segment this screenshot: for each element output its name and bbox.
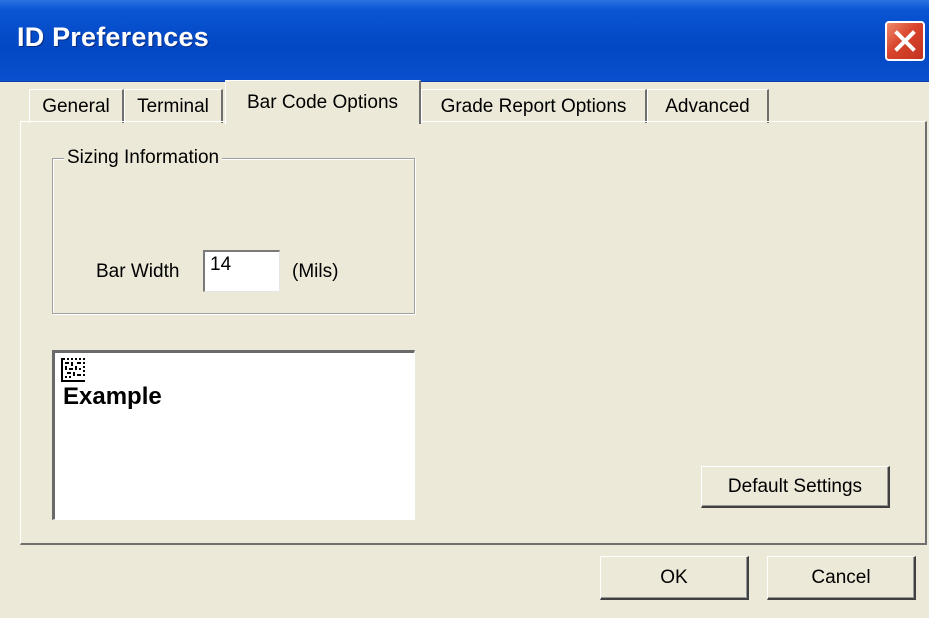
close-button[interactable]: [885, 21, 925, 61]
cancel-label: Cancel: [811, 566, 871, 588]
tab-grade-report-options[interactable]: Grade Report Options: [421, 89, 647, 123]
tab-grade-report-options-label: Grade Report Options: [440, 95, 627, 117]
tab-general-label: General: [42, 95, 110, 117]
window-title: ID Preferences: [17, 22, 209, 52]
default-settings-button[interactable]: Default Settings: [701, 466, 890, 508]
datamatrix-barcode-icon: [61, 358, 85, 382]
tab-advanced-label: Advanced: [665, 95, 750, 117]
default-settings-label: Default Settings: [727, 475, 863, 497]
ok-label: OK: [660, 566, 688, 588]
cancel-button[interactable]: Cancel: [767, 556, 916, 600]
example-text: Example: [63, 383, 162, 410]
title-bar[interactable]: ID Preferences: [0, 0, 929, 82]
mils-unit-label: (Mils): [292, 261, 339, 282]
ok-button[interactable]: OK: [600, 556, 749, 600]
tab-terminal[interactable]: Terminal: [124, 89, 223, 123]
tab-advanced[interactable]: Advanced: [647, 89, 769, 123]
tab-bar-code-options[interactable]: Bar Code Options: [225, 80, 421, 124]
barcode-preview: Example: [52, 350, 415, 520]
tab-bar-code-options-label: Bar Code Options: [246, 91, 399, 113]
close-icon: [894, 30, 916, 52]
preferences-dialog: ID Preferences General Terminal Bar Code…: [0, 0, 929, 618]
tab-terminal-label: Terminal: [137, 95, 209, 117]
bar-width-label: Bar Width: [96, 261, 180, 282]
sizing-information-label: Sizing Information: [64, 147, 223, 169]
tab-general[interactable]: General: [29, 89, 124, 123]
bar-width-input[interactable]: 14: [203, 250, 280, 292]
